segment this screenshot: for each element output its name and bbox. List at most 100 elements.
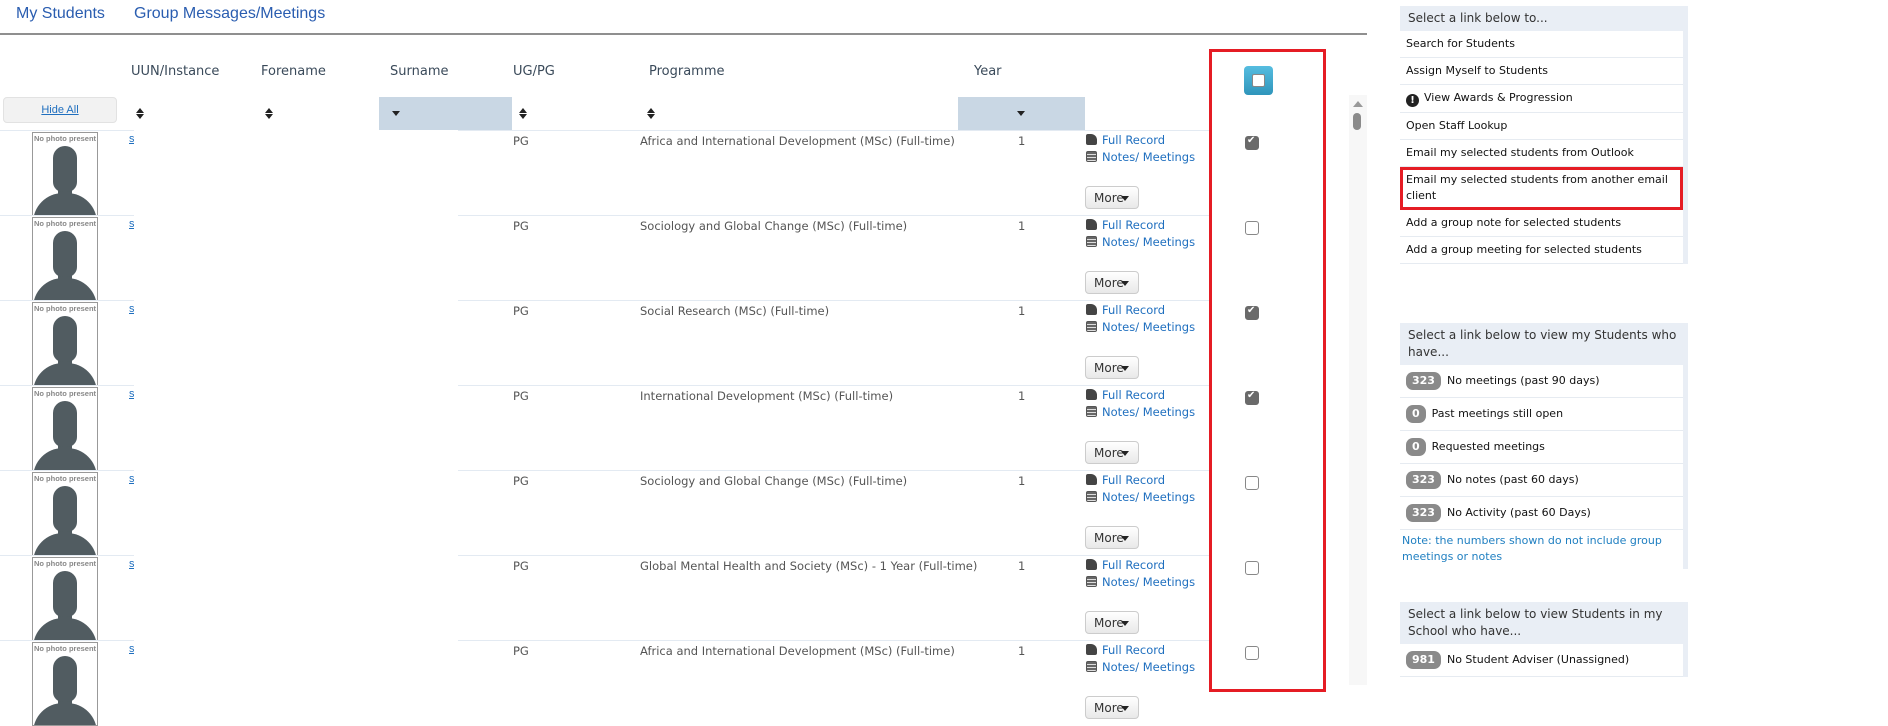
notes-meetings-link[interactable]: Notes/ Meetings [1086, 235, 1195, 249]
ugpg-cell: PG [513, 644, 529, 658]
sort-uun-icon[interactable] [136, 108, 144, 120]
notes-meetings-label: Notes/ Meetings [1102, 490, 1196, 504]
action-link-email-my-selected-students-from-another-email-client[interactable]: Email my selected students from another … [1400, 167, 1683, 210]
tab-my-students[interactable]: My Students [16, 5, 105, 23]
more-dropdown-button[interactable]: More [1085, 611, 1139, 634]
filter-link-no-notes-past-60-days[interactable]: 323 No notes (past 60 days) [1400, 464, 1683, 497]
action-link-label: Email my selected students from Outlook [1406, 146, 1634, 159]
filter-link-past-meetings-still-open[interactable]: 0 Past meetings still open [1400, 398, 1683, 431]
column-header-uun: UUN/Instance [131, 64, 220, 79]
select-student-checkbox[interactable] [1245, 476, 1259, 490]
action-link-view-awards-progression[interactable]: ! View Awards & Progression [1400, 85, 1683, 113]
table-scrollbar[interactable] [1349, 95, 1367, 685]
more-label: More [1094, 361, 1124, 375]
column-header-year: Year [974, 64, 1002, 79]
programme-cell: Sociology and Global Change (MSc) (Full-… [640, 474, 908, 488]
scroll-thumb[interactable] [1353, 113, 1361, 130]
my-students-panel: Select a link below to view my Students … [1400, 323, 1688, 569]
more-label: More [1094, 531, 1124, 545]
more-dropdown-button[interactable]: More [1085, 271, 1139, 294]
list-icon [1086, 406, 1097, 417]
action-link-add-a-group-note-for-selected-students[interactable]: Add a group note for selected students [1400, 210, 1683, 237]
notes-meetings-link[interactable]: Notes/ Meetings [1086, 490, 1195, 504]
notes-meetings-link[interactable]: Notes/ Meetings [1086, 150, 1195, 164]
more-dropdown-button[interactable]: More [1085, 526, 1139, 549]
year-cell: 1 [1018, 219, 1026, 233]
list-icon [1086, 151, 1097, 162]
filter-link-no-meetings-past-90-days[interactable]: 323 No meetings (past 90 days) [1400, 365, 1683, 398]
programme-cell: Africa and International Development (MS… [640, 134, 955, 148]
select-all-button[interactable] [1244, 66, 1273, 95]
filter-link-no-activity-past-60-days[interactable]: 323 No Activity (past 60 Days) [1400, 497, 1683, 530]
action-link-open-staff-lookup[interactable]: Open Staff Lookup [1400, 113, 1683, 140]
programme-cell: Social Research (MSc) (Full-time) [640, 304, 830, 318]
sort-programme-icon[interactable] [647, 108, 655, 120]
sort-year-desc-icon[interactable] [1017, 108, 1025, 120]
more-dropdown-button[interactable]: More [1085, 696, 1139, 719]
more-label: More [1094, 616, 1124, 630]
list-icon [1086, 321, 1097, 332]
notes-meetings-link[interactable]: Notes/ Meetings [1086, 405, 1195, 419]
student-photo-placeholder: No photo present [32, 557, 98, 641]
more-dropdown-button[interactable]: More [1085, 186, 1139, 209]
notes-meetings-link[interactable]: Notes/ Meetings [1086, 575, 1195, 589]
filter-link-requested-meetings[interactable]: 0 Requested meetings [1400, 431, 1683, 464]
more-dropdown-button[interactable]: More [1085, 441, 1139, 464]
full-record-link[interactable]: Full Record [1086, 303, 1165, 317]
column-header-forename: Forename [261, 64, 326, 79]
no-photo-label: No photo present [33, 304, 97, 313]
more-dropdown-button[interactable]: More [1085, 356, 1139, 379]
full-record-link[interactable]: Full Record [1086, 133, 1165, 147]
no-photo-label: No photo present [33, 134, 97, 143]
table-row: No photo present s PG Sociology and Global … [0, 215, 1259, 301]
select-student-checkbox[interactable] [1245, 135, 1259, 150]
notes-meetings-link[interactable]: Notes/ Meetings [1086, 660, 1195, 674]
tab-group-messages-meetings[interactable]: Group Messages/Meetings [134, 5, 325, 23]
sort-ugpg-icon[interactable] [519, 108, 527, 120]
full-record-link[interactable]: Full Record [1086, 473, 1165, 487]
more-label: More [1094, 191, 1124, 205]
action-link-search-for-students[interactable]: Search for Students [1400, 31, 1683, 58]
no-photo-label: No photo present [33, 474, 97, 483]
full-record-link[interactable]: Full Record [1086, 218, 1165, 232]
select-student-checkbox[interactable] [1245, 561, 1259, 575]
year-cell: 1 [1018, 644, 1026, 658]
select-student-checkbox[interactable] [1245, 646, 1259, 660]
action-link-email-my-selected-students-from-outlook[interactable]: Email my selected students from Outlook [1400, 140, 1683, 167]
table-row: No photo present s PG Sociology and Global … [0, 470, 1259, 556]
select-student-checkbox[interactable] [1245, 305, 1259, 320]
silhouette-head [53, 231, 77, 277]
silhouette-head [53, 571, 77, 617]
programme-cell: Africa and International Development (MS… [640, 644, 955, 658]
redacted-name-area [134, 640, 458, 725]
more-label: More [1094, 701, 1124, 715]
year-cell: 1 [1018, 559, 1026, 573]
full-record-label: Full Record [1102, 218, 1166, 232]
full-record-label: Full Record [1102, 133, 1166, 147]
silhouette-head [53, 656, 77, 702]
action-link-add-a-group-meeting-for-selected-students[interactable]: Add a group meeting for selected student… [1400, 237, 1683, 264]
full-record-link[interactable]: Full Record [1086, 643, 1165, 657]
redacted-name-area [134, 470, 458, 555]
filter-link-label: No Student Adviser (Unassigned) [1446, 653, 1630, 666]
notes-meetings-label: Notes/ Meetings [1102, 575, 1196, 589]
full-record-link[interactable]: Full Record [1086, 388, 1165, 402]
hide-all-button[interactable]: Hide All [3, 97, 117, 123]
student-photo-placeholder: No photo present [32, 642, 98, 726]
column-header-programme: Programme [649, 64, 725, 79]
sort-surname-desc-icon[interactable] [392, 108, 400, 120]
full-record-link[interactable]: Full Record [1086, 558, 1165, 572]
select-student-checkbox[interactable] [1245, 221, 1259, 235]
notes-meetings-link[interactable]: Notes/ Meetings [1086, 320, 1195, 334]
action-link-assign-myself-to-students[interactable]: Assign Myself to Students [1400, 58, 1683, 85]
scroll-up-arrow-icon[interactable] [1353, 101, 1363, 107]
filter-link-label: No Activity (past 60 Days) [1446, 506, 1591, 519]
no-photo-label: No photo present [33, 644, 97, 653]
select-student-checkbox[interactable] [1245, 390, 1259, 405]
full-record-label: Full Record [1102, 303, 1166, 317]
sort-forename-icon[interactable] [265, 108, 273, 120]
filter-link-label: No meetings (past 90 days) [1446, 374, 1600, 387]
list-icon [1086, 491, 1097, 502]
filter-link-no-student-adviser-unassigned[interactable]: 981 No Student Adviser (Unassigned) [1400, 644, 1683, 677]
count-badge: 0 [1406, 438, 1426, 456]
